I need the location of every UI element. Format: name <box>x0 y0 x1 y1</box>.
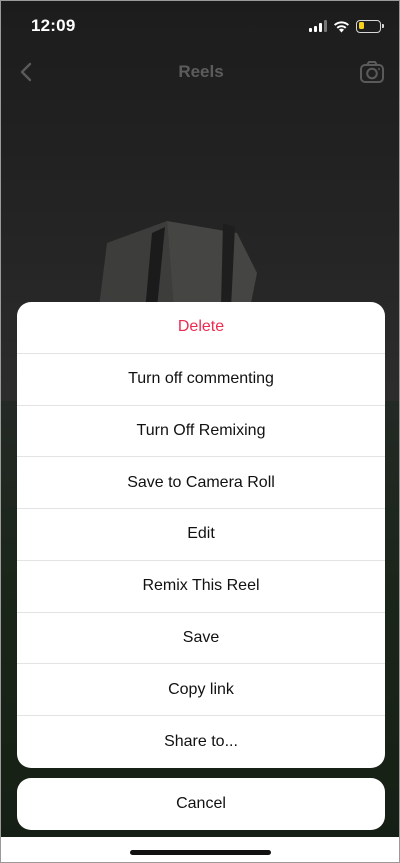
save-to-camera-roll-button[interactable]: Save to Camera Roll <box>17 457 385 509</box>
remix-this-reel-button[interactable]: Remix This Reel <box>17 561 385 613</box>
home-indicator[interactable] <box>130 850 271 855</box>
delete-button[interactable]: Delete <box>17 302 385 354</box>
cellular-signal-icon <box>309 20 327 32</box>
cancel-button[interactable]: Cancel <box>17 778 385 830</box>
status-time: 12:09 <box>31 16 76 35</box>
battery-icon <box>356 19 384 33</box>
edit-button[interactable]: Edit <box>17 509 385 561</box>
share-to-button[interactable]: Share to... <box>17 716 385 768</box>
status-bar: 12:09 <box>1 1 399 49</box>
camera-icon[interactable] <box>359 60 385 84</box>
save-button[interactable]: Save <box>17 613 385 665</box>
status-icons <box>309 16 384 36</box>
copy-link-button[interactable]: Copy link <box>17 664 385 716</box>
action-sheet: Delete Turn off commenting Turn Off Remi… <box>17 302 385 768</box>
wifi-icon <box>334 20 349 32</box>
battery-level <box>358 22 365 29</box>
turn-off-commenting-button[interactable]: Turn off commenting <box>17 354 385 406</box>
screen: 12:09 Reels Delete Turn off commenting T… <box>0 0 400 863</box>
reels-header: Reels <box>1 51 399 95</box>
page-title: Reels <box>178 62 224 81</box>
turn-off-remixing-button[interactable]: Turn Off Remixing <box>17 406 385 458</box>
